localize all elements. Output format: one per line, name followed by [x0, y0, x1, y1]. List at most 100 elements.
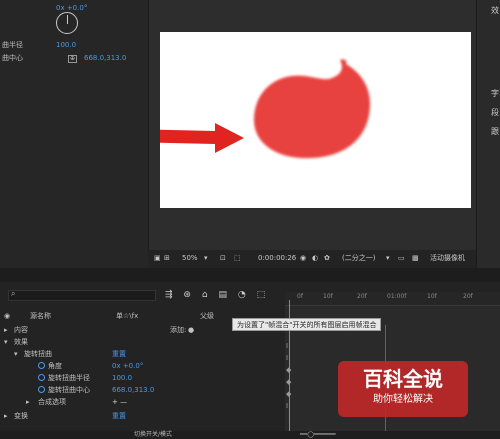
eye-icon[interactable]: ◉: [4, 310, 10, 322]
expand-toggle[interactable]: ▾: [4, 336, 8, 348]
watermark-title: 百科全说: [363, 367, 443, 391]
shy-layers-icon[interactable]: ⌂: [202, 290, 208, 300]
layer-row-center[interactable]: 旋转扭曲中心 668.0,313.0: [0, 384, 285, 396]
column-switches[interactable]: 单☆\fx: [116, 310, 138, 322]
keyframe-icon[interactable]: ◆: [286, 388, 291, 400]
panel-tab-character[interactable]: 字: [491, 88, 499, 99]
grid-icon[interactable]: ⊞: [164, 250, 170, 266]
layer-search-input[interactable]: ⌕: [8, 289, 156, 301]
angle-dial[interactable]: [56, 12, 78, 34]
reset-link[interactable]: 重置: [112, 348, 126, 360]
row-label: 变换: [14, 412, 28, 420]
camera-snapshot-icon[interactable]: ◉: [300, 250, 306, 266]
expand-toggle[interactable]: ▾: [14, 348, 18, 360]
twirl-radius-row: 曲半径 100.0: [0, 39, 148, 52]
layer-row-angle[interactable]: 角度 0x +0.0°: [0, 360, 285, 372]
column-parent[interactable]: 父级: [200, 310, 214, 322]
time-ruler[interactable]: 0f 10f 20f 01:00f 10f 20f: [285, 292, 500, 306]
panel-tab-effects[interactable]: 效: [491, 5, 499, 16]
watermark-subtitle: 助你轻松解决: [373, 394, 433, 405]
column-source-name[interactable]: 源名称: [30, 310, 51, 322]
row-label: 旋转扭曲: [24, 350, 52, 358]
panel-tab-tracker[interactable]: 跟: [491, 126, 499, 137]
center-value[interactable]: 668.0,313.0: [112, 384, 154, 396]
row-label: 旋转扭曲中心: [48, 386, 90, 394]
twirled-shape: [254, 59, 370, 159]
panel-tab-paragraph[interactable]: 段: [491, 107, 499, 118]
monitor-icon[interactable]: ▣: [154, 250, 161, 266]
add-menu[interactable]: 添加:: [170, 324, 186, 336]
viewer-toolbar: ▣ ⊞ 50% ▾ ⊡ ⬚ 0:00:00:26 ◉ ◐ ✿ (二分之一) ▾ …: [148, 250, 476, 266]
chevron-down-icon[interactable]: ▾: [386, 250, 390, 266]
stopwatch-icon[interactable]: [38, 386, 45, 393]
region-icon[interactable]: ▭: [398, 250, 405, 266]
keyframe-markers: I I ◆ ◆ ◆ I: [286, 340, 291, 412]
crosshair-icon[interactable]: ⊕: [68, 55, 77, 63]
ruler-label: 10f: [323, 293, 333, 300]
transparency-grid-icon[interactable]: ▩: [412, 250, 419, 266]
show-snapshot-icon[interactable]: ◐: [312, 250, 318, 266]
row-label: 角度: [48, 362, 62, 370]
camera-select[interactable]: 活动摄像机: [430, 250, 465, 266]
resolution-select[interactable]: (二分之一): [342, 250, 375, 266]
timeline-footer: 切换开关/模式 ━━◯━━━━━━: [0, 431, 500, 439]
ruler-label: 0f: [297, 293, 303, 300]
color-channel-icon[interactable]: ✿: [324, 250, 330, 266]
layer-row-twirl[interactable]: ▾ 旋转扭曲 重置: [0, 348, 285, 360]
twirl-center-row: 曲中心 ⊕ 668.0,313.0: [0, 52, 148, 65]
twirl-radius-label: 曲半径: [2, 41, 23, 49]
graph-editor-icon[interactable]: ⬚: [257, 290, 266, 300]
ruler-label: 10f: [427, 293, 437, 300]
ruler-label: 20f: [357, 293, 367, 300]
zoom-select[interactable]: 50%: [182, 250, 198, 266]
keyframe-icon[interactable]: I: [286, 352, 291, 364]
search-icon: ⌕: [11, 289, 16, 298]
effect-controls-panel: 0x +0.0° 曲半径 100.0 曲中心 ⊕ 668.0,313.0: [0, 0, 148, 268]
composition-flowchart-icon[interactable]: ⇶: [165, 290, 173, 300]
keyframe-icon[interactable]: I: [286, 400, 291, 412]
add-icon[interactable]: ●: [188, 324, 194, 336]
layer-row-radius[interactable]: 旋转扭曲半径 100.0: [0, 372, 285, 384]
row-label: 合成选项: [38, 398, 66, 406]
row-label: 旋转扭曲半径: [48, 374, 90, 382]
twirl-radius-value[interactable]: 100.0: [56, 39, 76, 52]
stopwatch-icon[interactable]: [38, 374, 45, 381]
twirl-center-label: 曲中心: [2, 54, 23, 62]
radius-value[interactable]: 100.0: [112, 372, 132, 384]
timeline-toolbar: ⇶ ⊛ ⌂ ▤ ◔ ⬚: [165, 290, 265, 300]
watermark-logo: 百科全说 助你轻松解决: [338, 361, 468, 417]
timecode-display[interactable]: 0:00:00:26: [258, 250, 296, 266]
keyframe-icon[interactable]: ◆: [286, 364, 291, 376]
safe-zone-icon[interactable]: ⊡: [220, 250, 226, 266]
stopwatch-icon[interactable]: [38, 362, 45, 369]
draft-3d-icon[interactable]: ⊛: [183, 290, 191, 300]
composition-canvas[interactable]: [126, 32, 471, 208]
twirl-center-value[interactable]: 668.0,313.0: [84, 52, 126, 65]
frame-blending-icon[interactable]: ▤: [218, 290, 227, 300]
frame-blending-tooltip: 为设置了"帧混合"开关的所有图层启用帧混合: [232, 318, 382, 331]
chevron-down-icon[interactable]: ▾: [204, 250, 208, 266]
motion-blur-icon[interactable]: ◔: [238, 290, 246, 300]
expand-toggle[interactable]: ▸: [26, 396, 30, 408]
row-label: 效果: [14, 338, 28, 346]
row-label: 内容: [14, 326, 28, 334]
expand-toggle[interactable]: ▸: [4, 410, 8, 422]
layer-row-compositing[interactable]: ▸ 合成选项 + —: [0, 396, 285, 408]
ruler-label: 20f: [463, 293, 473, 300]
keyframe-icon[interactable]: I: [286, 340, 291, 352]
angle-row: 0x +0.0°: [0, 2, 148, 15]
angle-value[interactable]: 0x +0.0°: [112, 360, 143, 372]
layer-row-effects[interactable]: ▾ 效果: [0, 336, 285, 348]
reset-link[interactable]: 重置: [112, 410, 126, 422]
toggle-switches-modes[interactable]: 切换开关/模式: [134, 431, 172, 439]
layer-row-transform[interactable]: ▸ 变换 重置: [0, 410, 285, 422]
motion-arrow: [126, 123, 244, 153]
zoom-slider[interactable]: ━━◯━━━━━━: [300, 431, 336, 439]
ruler-label: 01:00f: [387, 293, 407, 300]
timeline-tab-bar: [0, 268, 500, 282]
mask-icon[interactable]: ⬚: [234, 250, 241, 266]
right-side-panel: 效 字 段 跟: [476, 0, 500, 268]
keyframe-icon[interactable]: ◆: [286, 376, 291, 388]
expand-toggle[interactable]: ▸: [4, 324, 8, 336]
add-remove-controls[interactable]: + —: [112, 396, 127, 408]
